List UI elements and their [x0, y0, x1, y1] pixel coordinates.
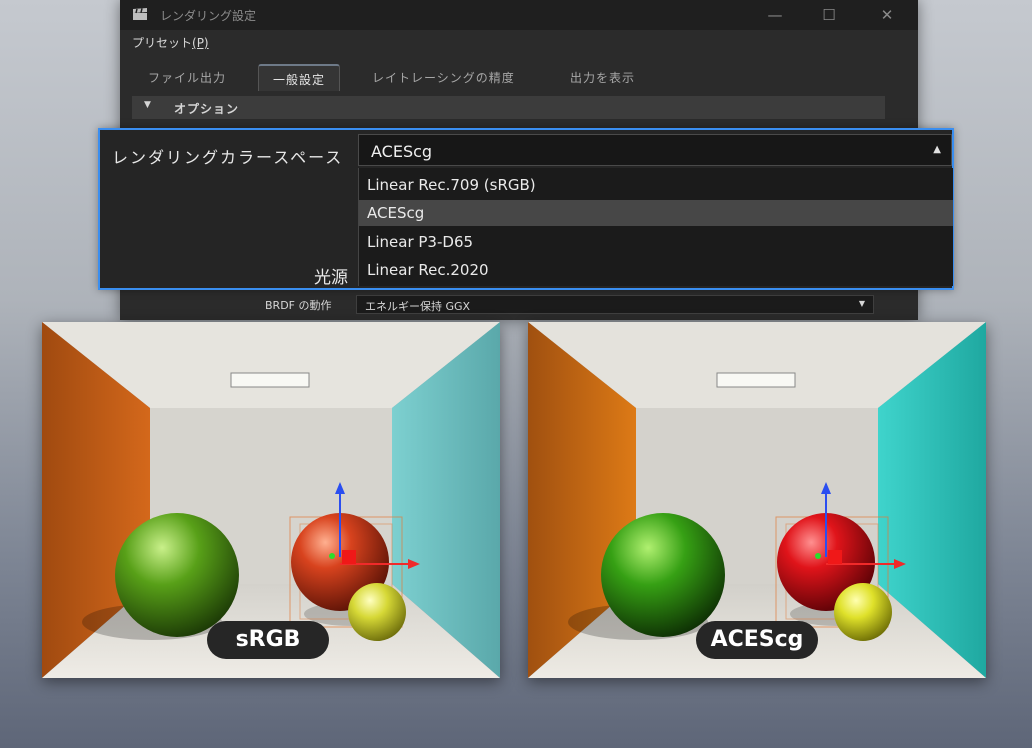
acescg-badge: ACEScg — [696, 621, 818, 659]
ceiling-light — [716, 372, 796, 388]
light-source-label: 光源 — [314, 268, 348, 288]
menu-preset-accelerator: (P) — [192, 36, 209, 50]
color-space-option-rec709[interactable]: Linear Rec.709 (sRGB) — [359, 172, 953, 198]
options-section-header[interactable]: ▼ オプション — [132, 96, 885, 119]
ceiling-light — [230, 372, 310, 388]
title-bar: レンダリング設定 — ☐ ✕ — [120, 0, 918, 30]
tab-general-settings[interactable]: 一般設定 — [258, 64, 341, 91]
color-space-zoom-callout: レンダリングカラースペース ACEScg ▲ Linear Rec.709 (s… — [98, 128, 954, 290]
chevron-down-icon: ▼ — [858, 299, 865, 308]
color-space-selected-value: ACEScg — [371, 142, 433, 161]
green-sphere — [115, 513, 239, 637]
menu-preset[interactable]: プリセット(P) — [132, 34, 209, 51]
color-space-select[interactable]: ACEScg ▲ — [358, 134, 952, 166]
render-preview-srgb: sRGB — [42, 322, 500, 678]
color-space-option-acescg[interactable]: ACEScg — [359, 200, 953, 226]
render-preview-acescg: ACEScg — [528, 322, 986, 678]
transform-gizmo[interactable] — [828, 550, 842, 564]
yellow-sphere — [834, 583, 892, 641]
transform-gizmo[interactable] — [342, 550, 356, 564]
menu-preset-label: プリセット — [132, 36, 193, 50]
yellow-sphere — [348, 583, 406, 641]
brdf-select[interactable]: エネルギー保持 GGX ▼ — [356, 295, 874, 314]
tab-show-output[interactable]: 出力を表示 — [556, 64, 649, 89]
color-space-label: レンダリングカラースペース — [112, 148, 344, 167]
maximize-icon[interactable]: ☐ — [814, 4, 844, 26]
color-space-option-p3-d65[interactable]: Linear P3-D65 — [359, 229, 953, 255]
clapperboard-icon — [133, 8, 147, 20]
chevron-up-icon: ▲ — [933, 144, 941, 155]
tab-raytracing-precision[interactable]: レイトレーシングの精度 — [358, 64, 529, 89]
minimize-icon[interactable]: — — [760, 4, 790, 26]
close-icon[interactable]: ✕ — [872, 4, 902, 26]
color-space-dropdown-list: Linear Rec.709 (sRGB) ACEScg Linear P3-D… — [358, 168, 953, 286]
brdf-label: BRDF の動作 — [265, 299, 332, 312]
collapse-triangle-icon: ▼ — [144, 100, 152, 110]
tab-file-output[interactable]: ファイル出力 — [134, 64, 240, 89]
color-space-option-rec2020[interactable]: Linear Rec.2020 — [359, 257, 953, 283]
srgb-badge: sRGB — [207, 621, 329, 659]
green-sphere — [601, 513, 725, 637]
options-section-label: オプション — [174, 102, 240, 116]
settings-tabs: ファイル出力 一般設定 レイトレーシングの精度 出力を表示 — [134, 64, 904, 91]
brdf-select-value: エネルギー保持 GGX — [365, 300, 471, 313]
window-title: レンダリング設定 — [160, 9, 257, 23]
